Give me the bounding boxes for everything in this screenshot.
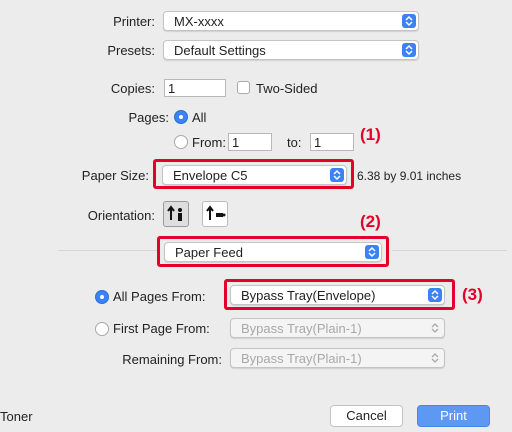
callout-2: (2) — [360, 212, 381, 231]
presets-label: Presets: — [107, 43, 155, 58]
divider-right — [392, 250, 507, 251]
pages-to-input[interactable]: 1 — [310, 133, 354, 151]
copies-input[interactable]: 1 — [164, 79, 226, 97]
portrait-orientation-button[interactable] — [163, 201, 189, 227]
callout-3: (3) — [462, 285, 483, 304]
pages-from-radio[interactable] — [174, 135, 188, 149]
two-sided-label: Two-Sided — [256, 81, 318, 96]
first-page-label: First Page From: — [113, 321, 210, 336]
pages-from-input[interactable]: 1 — [228, 133, 272, 151]
highlight-all-pages — [224, 279, 455, 310]
callout-1: (1) — [360, 125, 381, 144]
printer-label: Printer: — [113, 14, 155, 29]
landscape-orientation-button[interactable] — [202, 201, 228, 227]
highlight-paper-feed — [157, 236, 389, 267]
highlight-paper-size — [153, 159, 354, 189]
remaining-label: Remaining From: — [122, 352, 222, 367]
pages-from-label: From: — [192, 135, 226, 150]
paper-size-dimensions: 6.38 by 9.01 inches — [357, 169, 462, 183]
toner-label: Toner — [0, 409, 33, 424]
remaining-select[interactable]: Bypass Tray(Plain-1) — [230, 348, 445, 368]
pages-label: Pages: — [128, 110, 169, 125]
presets-value: Default Settings — [174, 43, 266, 58]
first-page-value: Bypass Tray(Plain-1) — [241, 321, 362, 336]
cancel-button[interactable]: Cancel — [330, 405, 403, 427]
pages-to-label: to: — [287, 135, 302, 150]
presets-select[interactable]: Default Settings — [163, 40, 419, 60]
two-sided-checkbox[interactable] — [237, 81, 250, 94]
copies-value: 1 — [168, 81, 176, 96]
portrait-orientation-icon — [167, 205, 182, 221]
first-page-radio[interactable] — [95, 322, 109, 336]
remaining-value: Bypass Tray(Plain-1) — [241, 351, 362, 366]
paper-size-label: Paper Size: — [81, 168, 149, 183]
pages-all-label: All — [192, 110, 207, 125]
all-pages-radio[interactable] — [95, 290, 109, 304]
first-page-select[interactable]: Bypass Tray(Plain-1) — [230, 318, 445, 338]
landscape-orientation-icon — [206, 205, 226, 220]
pages-from-value: 1 — [232, 135, 240, 150]
all-pages-label: All Pages From: — [113, 289, 206, 304]
chevron-updown-icon — [402, 43, 416, 57]
copies-label: Copies: — [110, 81, 155, 96]
print-button[interactable]: Print — [417, 405, 490, 427]
orientation-label: Orientation: — [87, 208, 155, 223]
chevron-updown-icon — [428, 321, 442, 335]
printer-select[interactable]: MX-xxxx — [163, 11, 419, 31]
pages-all-radio[interactable] — [174, 110, 188, 124]
printer-value: MX-xxxx — [174, 14, 224, 29]
chevron-updown-icon — [402, 14, 416, 28]
divider-left — [58, 250, 158, 251]
pages-to-value: 1 — [314, 135, 322, 150]
chevron-updown-icon — [428, 351, 442, 365]
